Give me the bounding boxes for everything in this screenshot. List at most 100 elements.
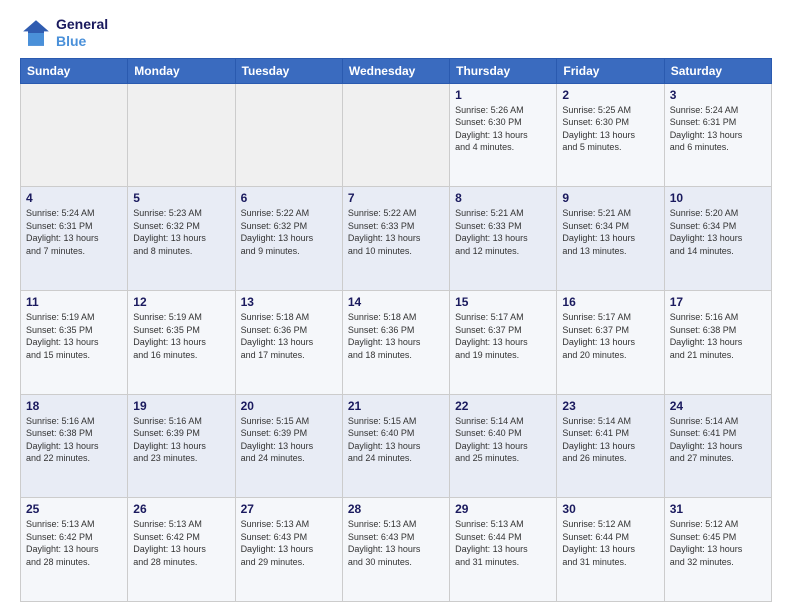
day-cell: 18 Sunrise: 5:16 AMSunset: 6:38 PMDayligh… xyxy=(21,394,128,498)
day-number: 11 xyxy=(26,295,122,309)
day-info: Sunrise: 5:17 AMSunset: 6:37 PMDaylight:… xyxy=(455,311,551,361)
header-monday: Monday xyxy=(128,58,235,83)
day-info: Sunrise: 5:15 AMSunset: 6:40 PMDaylight:… xyxy=(348,415,444,465)
day-cell: 22 Sunrise: 5:14 AMSunset: 6:40 PMDayligh… xyxy=(450,394,557,498)
day-number: 30 xyxy=(562,502,658,516)
header-saturday: Saturday xyxy=(664,58,771,83)
day-number: 9 xyxy=(562,191,658,205)
header-wednesday: Wednesday xyxy=(342,58,449,83)
day-cell: 5 Sunrise: 5:23 AMSunset: 6:32 PMDaylight… xyxy=(128,187,235,291)
day-number: 13 xyxy=(241,295,337,309)
day-number: 29 xyxy=(455,502,551,516)
day-cell: 2 Sunrise: 5:25 AMSunset: 6:30 PMDaylight… xyxy=(557,83,664,187)
day-cell xyxy=(128,83,235,187)
day-number: 23 xyxy=(562,399,658,413)
day-number: 8 xyxy=(455,191,551,205)
day-number: 6 xyxy=(241,191,337,205)
calendar: SundayMondayTuesdayWednesdayThursdayFrid… xyxy=(20,58,772,602)
day-info: Sunrise: 5:24 AMSunset: 6:31 PMDaylight:… xyxy=(26,207,122,257)
day-info: Sunrise: 5:22 AMSunset: 6:32 PMDaylight:… xyxy=(241,207,337,257)
day-number: 16 xyxy=(562,295,658,309)
day-cell: 30 Sunrise: 5:12 AMSunset: 6:44 PMDayligh… xyxy=(557,498,664,602)
day-info: Sunrise: 5:20 AMSunset: 6:34 PMDaylight:… xyxy=(670,207,766,257)
day-info: Sunrise: 5:14 AMSunset: 6:41 PMDaylight:… xyxy=(562,415,658,465)
day-number: 21 xyxy=(348,399,444,413)
day-cell: 3 Sunrise: 5:24 AMSunset: 6:31 PMDaylight… xyxy=(664,83,771,187)
week-row-4: 18 Sunrise: 5:16 AMSunset: 6:38 PMDayligh… xyxy=(21,394,772,498)
day-cell: 10 Sunrise: 5:20 AMSunset: 6:34 PMDayligh… xyxy=(664,187,771,291)
day-number: 17 xyxy=(670,295,766,309)
day-info: Sunrise: 5:24 AMSunset: 6:31 PMDaylight:… xyxy=(670,104,766,154)
day-number: 19 xyxy=(133,399,229,413)
page: General Blue SundayMondayTuesdayWednesda… xyxy=(0,0,792,612)
header-sunday: Sunday xyxy=(21,58,128,83)
day-info: Sunrise: 5:21 AMSunset: 6:34 PMDaylight:… xyxy=(562,207,658,257)
day-number: 26 xyxy=(133,502,229,516)
day-number: 2 xyxy=(562,88,658,102)
day-number: 3 xyxy=(670,88,766,102)
day-cell: 14Sunrise: 5:18 AMSunset: 6:36 PMDayligh… xyxy=(342,290,449,394)
day-cell: 16Sunrise: 5:17 AMSunset: 6:37 PMDayligh… xyxy=(557,290,664,394)
day-number: 12 xyxy=(133,295,229,309)
day-info: Sunrise: 5:13 AMSunset: 6:44 PMDaylight:… xyxy=(455,518,551,568)
day-cell: 29 Sunrise: 5:13 AMSunset: 6:44 PMDayligh… xyxy=(450,498,557,602)
day-number: 7 xyxy=(348,191,444,205)
day-info: Sunrise: 5:16 AMSunset: 6:38 PMDaylight:… xyxy=(26,415,122,465)
day-cell: 17Sunrise: 5:16 AMSunset: 6:38 PMDayligh… xyxy=(664,290,771,394)
day-info: Sunrise: 5:19 AMSunset: 6:35 PMDaylight:… xyxy=(26,311,122,361)
day-cell: 6 Sunrise: 5:22 AMSunset: 6:32 PMDaylight… xyxy=(235,187,342,291)
day-cell xyxy=(235,83,342,187)
day-info: Sunrise: 5:14 AMSunset: 6:41 PMDaylight:… xyxy=(670,415,766,465)
day-cell: 1 Sunrise: 5:26 AMSunset: 6:30 PMDaylight… xyxy=(450,83,557,187)
day-info: Sunrise: 5:19 AMSunset: 6:35 PMDaylight:… xyxy=(133,311,229,361)
day-number: 24 xyxy=(670,399,766,413)
day-info: Sunrise: 5:12 AMSunset: 6:45 PMDaylight:… xyxy=(670,518,766,568)
day-number: 22 xyxy=(455,399,551,413)
day-info: Sunrise: 5:12 AMSunset: 6:44 PMDaylight:… xyxy=(562,518,658,568)
day-info: Sunrise: 5:15 AMSunset: 6:39 PMDaylight:… xyxy=(241,415,337,465)
day-number: 15 xyxy=(455,295,551,309)
week-row-5: 25 Sunrise: 5:13 AMSunset: 6:42 PMDayligh… xyxy=(21,498,772,602)
day-number: 27 xyxy=(241,502,337,516)
day-cell: 28Sunrise: 5:13 AMSunset: 6:43 PMDayligh… xyxy=(342,498,449,602)
day-info: Sunrise: 5:13 AMSunset: 6:43 PMDaylight:… xyxy=(348,518,444,568)
day-cell: 13 Sunrise: 5:18 AMSunset: 6:36 PMDayligh… xyxy=(235,290,342,394)
header-row: SundayMondayTuesdayWednesdayThursdayFrid… xyxy=(21,58,772,83)
day-cell: 21 Sunrise: 5:15 AMSunset: 6:40 PMDayligh… xyxy=(342,394,449,498)
day-info: Sunrise: 5:25 AMSunset: 6:30 PMDaylight:… xyxy=(562,104,658,154)
day-number: 25 xyxy=(26,502,122,516)
day-cell: 7Sunrise: 5:22 AMSunset: 6:33 PMDaylight… xyxy=(342,187,449,291)
day-number: 1 xyxy=(455,88,551,102)
day-cell: 23 Sunrise: 5:14 AMSunset: 6:41 PMDayligh… xyxy=(557,394,664,498)
day-info: Sunrise: 5:13 AMSunset: 6:42 PMDaylight:… xyxy=(26,518,122,568)
calendar-body: 1 Sunrise: 5:26 AMSunset: 6:30 PMDaylight… xyxy=(21,83,772,601)
day-number: 18 xyxy=(26,399,122,413)
day-cell: 4 Sunrise: 5:24 AMSunset: 6:31 PMDaylight… xyxy=(21,187,128,291)
day-cell: 24 Sunrise: 5:14 AMSunset: 6:41 PMDayligh… xyxy=(664,394,771,498)
week-row-1: 1 Sunrise: 5:26 AMSunset: 6:30 PMDaylight… xyxy=(21,83,772,187)
day-cell: 12 Sunrise: 5:19 AMSunset: 6:35 PMDayligh… xyxy=(128,290,235,394)
day-number: 5 xyxy=(133,191,229,205)
day-info: Sunrise: 5:14 AMSunset: 6:40 PMDaylight:… xyxy=(455,415,551,465)
day-cell: 11 Sunrise: 5:19 AMSunset: 6:35 PMDayligh… xyxy=(21,290,128,394)
week-row-3: 11 Sunrise: 5:19 AMSunset: 6:35 PMDayligh… xyxy=(21,290,772,394)
day-cell: 19Sunrise: 5:16 AMSunset: 6:39 PMDayligh… xyxy=(128,394,235,498)
day-info: Sunrise: 5:18 AMSunset: 6:36 PMDaylight:… xyxy=(241,311,337,361)
header-friday: Friday xyxy=(557,58,664,83)
day-cell xyxy=(21,83,128,187)
day-info: Sunrise: 5:21 AMSunset: 6:33 PMDaylight:… xyxy=(455,207,551,257)
day-cell: 20Sunrise: 5:15 AMSunset: 6:39 PMDayligh… xyxy=(235,394,342,498)
header: General Blue xyxy=(20,16,772,50)
day-info: Sunrise: 5:13 AMSunset: 6:42 PMDaylight:… xyxy=(133,518,229,568)
day-cell: 15 Sunrise: 5:17 AMSunset: 6:37 PMDayligh… xyxy=(450,290,557,394)
logo-text: General Blue xyxy=(56,16,108,50)
day-cell: 8 Sunrise: 5:21 AMSunset: 6:33 PMDaylight… xyxy=(450,187,557,291)
day-number: 14 xyxy=(348,295,444,309)
day-info: Sunrise: 5:23 AMSunset: 6:32 PMDaylight:… xyxy=(133,207,229,257)
day-number: 10 xyxy=(670,191,766,205)
day-cell: 9 Sunrise: 5:21 AMSunset: 6:34 PMDaylight… xyxy=(557,187,664,291)
day-number: 4 xyxy=(26,191,122,205)
calendar-header: SundayMondayTuesdayWednesdayThursdayFrid… xyxy=(21,58,772,83)
day-info: Sunrise: 5:26 AMSunset: 6:30 PMDaylight:… xyxy=(455,104,551,154)
day-cell: 25 Sunrise: 5:13 AMSunset: 6:42 PMDayligh… xyxy=(21,498,128,602)
